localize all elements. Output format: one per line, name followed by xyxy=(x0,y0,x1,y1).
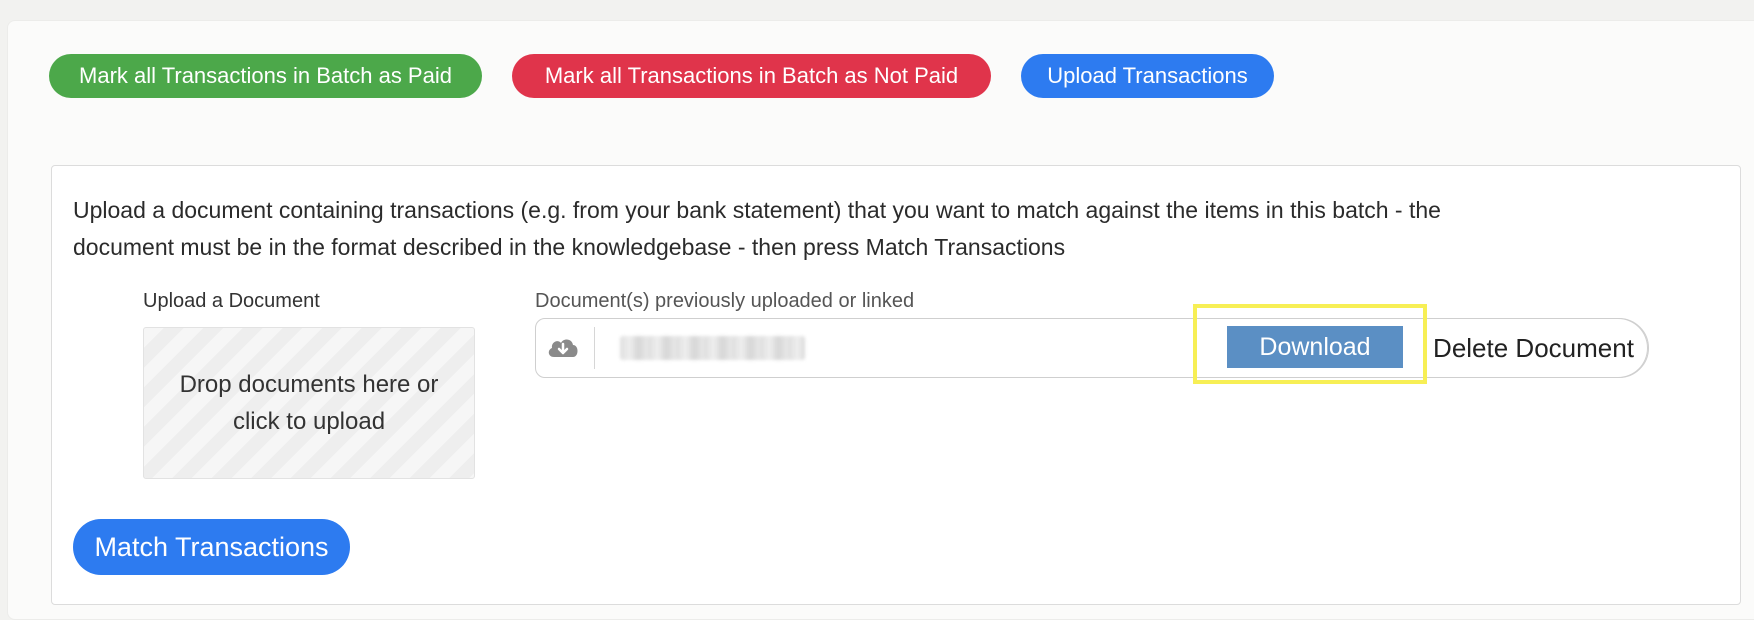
dropzone-text: Drop documents here or click to upload xyxy=(179,371,439,435)
delete-document-button[interactable]: Delete Document xyxy=(1408,318,1648,378)
mark-all-not-paid-button[interactable]: Mark all Transactions in Batch as Not Pa… xyxy=(512,54,991,98)
download-highlight xyxy=(1193,304,1427,384)
upload-document-label: Upload a Document xyxy=(143,290,320,312)
mark-all-paid-button[interactable]: Mark all Transactions in Batch as Paid xyxy=(49,54,482,98)
upload-instructions: Upload a document containing transaction… xyxy=(73,197,1441,260)
document-filename-redacted xyxy=(620,336,805,360)
previous-documents-label: Document(s) previously uploaded or linke… xyxy=(535,290,915,312)
cloud-download-icon xyxy=(548,339,578,357)
upload-transactions-button[interactable]: Upload Transactions xyxy=(1021,54,1274,98)
field-divider xyxy=(594,327,595,369)
match-transactions-button[interactable]: Match Transactions xyxy=(73,519,350,575)
document-dropzone[interactable]: Drop documents here or click to upload xyxy=(143,327,475,479)
